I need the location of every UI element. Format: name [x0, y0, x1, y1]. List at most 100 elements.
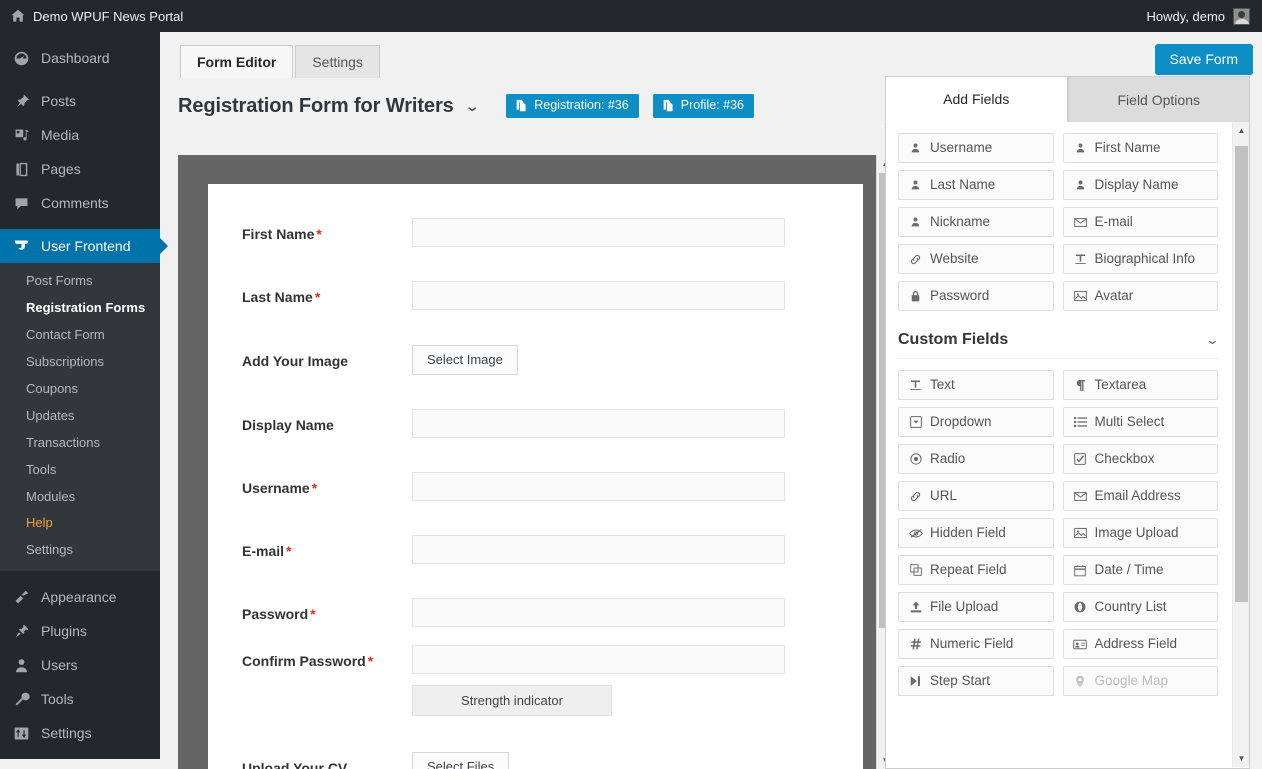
field-chip-first-name[interactable]: First Name [1063, 133, 1219, 163]
tab-add-fields[interactable]: Add Fields [885, 76, 1068, 122]
email-input[interactable] [412, 535, 785, 564]
sidebar-item-tools[interactable]: Tools [0, 682, 160, 716]
sidebar-item-users[interactable]: Users [0, 648, 160, 682]
field-chip-image-upload[interactable]: Image Upload [1063, 518, 1219, 548]
username-input[interactable] [412, 472, 785, 501]
field-chip-hidden-field[interactable]: Hidden Field [898, 518, 1054, 548]
field-chip-step-start[interactable]: Step Start [898, 666, 1054, 696]
sidebar-subitem-contact-form[interactable]: Contact Form [0, 322, 160, 349]
copy-icon [515, 99, 528, 112]
first-name-input[interactable] [412, 218, 785, 247]
sidebar-item-posts[interactable]: Posts [0, 84, 160, 118]
page-tabs: Form Editor Settings [180, 44, 382, 78]
field-chip-label: Repeat Field [930, 563, 1007, 577]
save-form-button[interactable]: Save Form [1155, 44, 1253, 75]
sidebar-item-dashboard[interactable]: Dashboard [0, 41, 160, 75]
field-chip-repeat-field[interactable]: Repeat Field [898, 555, 1054, 585]
sidebar-subitem-registration-forms[interactable]: Registration Forms [0, 295, 160, 322]
field-chip-radio[interactable]: Radio [898, 444, 1054, 474]
field-chip-checkbox[interactable]: Checkbox [1063, 444, 1219, 474]
chevron-down-icon[interactable]: ⌄ [1205, 332, 1219, 348]
form-field-row[interactable]: Display Name [208, 409, 863, 438]
field-chip-nickname[interactable]: Nickname [898, 207, 1054, 237]
sidebar-subitem-coupons[interactable]: Coupons [0, 376, 160, 403]
form-field-row[interactable]: Username* [208, 472, 863, 501]
sidebar-subitem-subscriptions[interactable]: Subscriptions [0, 349, 160, 376]
form-field-row[interactable]: Add Your Image Select Image [208, 345, 863, 375]
field-chip-textarea[interactable]: Textarea [1063, 370, 1219, 400]
sidebar-item-settings[interactable]: Settings [0, 716, 160, 750]
field-chip-numeric-field[interactable]: Numeric Field [898, 629, 1054, 659]
sidebar-subitem-transactions[interactable]: Transactions [0, 430, 160, 457]
field-chip-avatar[interactable]: Avatar [1063, 281, 1219, 311]
link-icon [908, 253, 923, 266]
sidebar-item-comments[interactable]: Comments [0, 186, 160, 220]
password-input[interactable] [412, 598, 785, 627]
confirm-password-group: Strength indicator [412, 645, 785, 716]
form-field-row[interactable]: Confirm Password* Strength indicator [208, 645, 863, 716]
field-chip-label: Multi Select [1095, 415, 1165, 429]
field-chip-email-address[interactable]: Email Address [1063, 481, 1219, 511]
sidebar-item-appearance[interactable]: Appearance [0, 580, 160, 614]
last-name-input[interactable] [412, 281, 785, 310]
field-chip-display-name[interactable]: Display Name [1063, 170, 1219, 200]
field-chip-website[interactable]: Website [898, 244, 1054, 274]
required-marker: * [368, 653, 373, 669]
tab-form-editor[interactable]: Form Editor [180, 45, 293, 78]
field-chip-address-field[interactable]: Address Field [1063, 629, 1219, 659]
scrollbar-thumb[interactable] [1235, 146, 1248, 602]
tab-field-options[interactable]: Field Options [1068, 76, 1251, 122]
sidebar-item-media[interactable]: Media [0, 118, 160, 152]
field-chip-email[interactable]: E-mail [1063, 207, 1219, 237]
field-panel-scroll-content: Username First Name Last Name Display Na… [886, 122, 1230, 769]
field-chip-label: Image Upload [1095, 526, 1179, 540]
sidebar-subitem-modules[interactable]: Modules [0, 484, 160, 511]
confirm-password-input[interactable] [412, 645, 785, 674]
field-chip-label: Hidden Field [930, 526, 1006, 540]
sidebar-item-user-frontend[interactable]: User Frontend [0, 229, 160, 263]
form-field-row[interactable]: E-mail* [208, 535, 863, 564]
form-canvas[interactable]: First Name* Last Name* Add Your Image Se… [208, 184, 863, 769]
tab-settings[interactable]: Settings [295, 45, 380, 78]
settings-icon [11, 725, 31, 742]
form-field-row[interactable]: Last Name* [208, 281, 863, 310]
sidebar-subitem-post-forms[interactable]: Post Forms [0, 268, 160, 295]
field-chip-dropdown[interactable]: Dropdown [898, 407, 1054, 437]
display-name-input[interactable] [412, 409, 785, 438]
sidebar-subitem-tools[interactable]: Tools [0, 457, 160, 484]
field-chip-label: Text [930, 378, 955, 392]
chevron-down-icon[interactable]: ⌄ [464, 97, 480, 115]
shortcode-profile-button[interactable]: Profile: #36 [653, 94, 754, 118]
sidebar-subitem-help[interactable]: Help [0, 510, 160, 537]
scroll-up-icon[interactable]: ▲ [1233, 122, 1250, 139]
form-field-row[interactable]: First Name* [208, 218, 863, 247]
field-chip-last-name[interactable]: Last Name [898, 170, 1054, 200]
field-chip-country-list[interactable]: Country List [1063, 592, 1219, 622]
field-chip-label: Password [930, 289, 989, 303]
field-chip-password[interactable]: Password [898, 281, 1054, 311]
eye-slash-icon [908, 528, 923, 539]
sidebar-subitem-settings[interactable]: Settings [0, 537, 160, 564]
field-chip-date-time[interactable]: Date / Time [1063, 555, 1219, 585]
sidebar-item-label: Appearance [41, 590, 117, 605]
form-field-row[interactable]: Password* [208, 598, 863, 627]
field-chip-url[interactable]: URL [898, 481, 1054, 511]
shortcode-registration-button[interactable]: Registration: #36 [506, 94, 639, 118]
field-chip-biographical-info[interactable]: Biographical Info [1063, 244, 1219, 274]
sidebar-subitem-updates[interactable]: Updates [0, 403, 160, 430]
select-files-button[interactable]: Select Files [412, 752, 509, 769]
field-chip-file-upload[interactable]: File Upload [898, 592, 1054, 622]
sidebar-item-plugins[interactable]: Plugins [0, 614, 160, 648]
field-chip-multi-select[interactable]: Multi Select [1063, 407, 1219, 437]
admin-bar-site[interactable]: Demo WPUF News Portal [10, 0, 183, 32]
custom-fields-grid: Text Textarea Dropdown Multi Selec [898, 370, 1218, 696]
field-label: Display Name [242, 409, 412, 434]
form-field-row[interactable]: Upload Your CV Select Files [208, 752, 863, 769]
admin-bar-account[interactable]: Howdy, demo [1146, 0, 1250, 32]
field-panel-scrollbar[interactable]: ▲ ▼ [1232, 122, 1249, 767]
sidebar-item-pages[interactable]: Pages [0, 152, 160, 186]
custom-fields-section-header[interactable]: Custom Fields ⌄ [898, 331, 1218, 359]
field-chip-text[interactable]: Text [898, 370, 1054, 400]
select-image-button[interactable]: Select Image [412, 345, 518, 375]
field-chip-username[interactable]: Username [898, 133, 1054, 163]
